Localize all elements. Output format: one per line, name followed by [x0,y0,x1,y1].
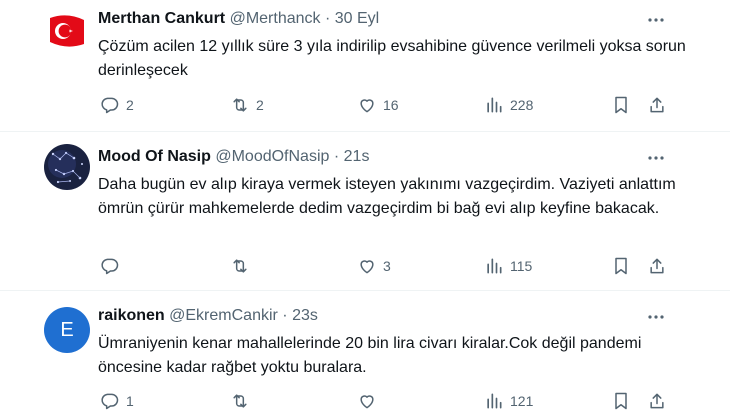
heart-icon [360,395,374,409]
retweet-count: 2 [256,97,264,113]
share-icon [650,393,664,409]
turkish-flag-icon [44,8,90,54]
separator: · [333,148,340,165]
bookmark-icon [615,257,627,275]
bookmark-icon [615,96,627,114]
avatar[interactable] [44,8,90,54]
tweet-text: Ümraniyenin kenar mahallelerinde 20 bin … [98,335,642,376]
avatar-letter: E [60,318,74,341]
more-options-icon[interactable] [646,148,666,168]
tweet-actions: 3 115 [0,255,730,279]
reply-button[interactable]: 1 [100,390,134,412]
separator: · [324,10,331,27]
constellation-avatar-icon [44,144,90,190]
tweet-header: Mood Of Nasip @MoodOfNasip · 21s [98,148,369,166]
tweet[interactable]: Mood Of Nasip @MoodOfNasip · 21s Daha bu… [0,132,730,290]
tweet[interactable]: E raikonen @EkremCankir · 23s Ümraniyeni… [0,291,730,420]
tweet[interactable]: Merthan Cankurt @Merthanck · 30 Eyl Çözü… [0,0,730,131]
reply-button[interactable] [100,255,126,277]
timestamp[interactable]: 21s [344,148,370,165]
tweet-text: Çözüm acilen 12 yıllık süre 3 yıla indir… [98,38,686,79]
share-button[interactable] [647,94,667,116]
view-count: 121 [510,393,534,409]
retweet-icon [233,259,247,273]
view-count: 115 [510,258,533,274]
views-button[interactable]: 121 [484,390,533,412]
reply-count: 2 [126,97,134,113]
share-icon [650,258,664,274]
avatar[interactable]: E [44,307,90,353]
like-count: 3 [383,258,391,274]
retweet-button[interactable]: 2 [230,94,264,116]
timestamp[interactable]: 30 Eyl [335,10,379,27]
bookmark-button[interactable] [611,94,631,116]
handle[interactable]: @EkremCankir [169,307,278,324]
views-button[interactable]: 228 [484,94,533,116]
heart-icon [360,99,374,113]
reply-icon [101,97,119,114]
bookmark-icon [615,392,627,410]
handle[interactable]: @MoodOfNasip [215,148,329,165]
like-button[interactable]: 16 [357,94,399,116]
views-button[interactable]: 115 [484,255,532,277]
display-name[interactable]: Merthan Cankurt [98,10,225,27]
retweet-icon [233,98,247,112]
tweet-actions: 2 2 16 228 [0,94,730,118]
bookmark-button[interactable] [611,255,631,277]
letter-avatar-icon: E [44,307,90,353]
share-button[interactable] [647,390,667,412]
bookmark-button[interactable] [611,390,631,412]
like-button[interactable] [357,390,383,412]
retweet-button[interactable] [230,255,256,277]
tweet-actions: 1 121 [0,390,730,414]
share-button[interactable] [647,255,667,277]
more-options-icon[interactable] [646,307,666,327]
like-count: 16 [383,97,399,113]
avatar[interactable] [44,144,90,190]
handle[interactable]: @Merthanck [230,10,321,27]
separator: · [282,307,288,324]
tweet-header: Merthan Cankurt @Merthanck · 30 Eyl [98,10,379,28]
view-count: 228 [510,97,534,113]
timestamp[interactable]: 23s [292,307,318,324]
like-button[interactable]: 3 [357,255,391,277]
heart-icon [360,260,374,274]
views-chart-icon [487,393,502,409]
reply-button[interactable]: 2 [100,94,134,116]
reply-icon [101,393,119,410]
share-icon [650,97,664,113]
retweet-icon [233,394,247,408]
display-name[interactable]: raikonen [98,307,165,324]
reply-count: 1 [126,393,134,409]
tweet-text: Daha bugün ev alıp kiraya vermek isteyen… [98,176,676,217]
views-chart-icon [487,97,502,113]
views-chart-icon [487,258,502,274]
more-options-icon[interactable] [646,10,666,30]
retweet-button[interactable] [230,390,256,412]
display-name[interactable]: Mood Of Nasip [98,148,211,165]
reply-icon [101,258,119,275]
tweet-header: raikonen @EkremCankir · 23s [98,307,318,325]
